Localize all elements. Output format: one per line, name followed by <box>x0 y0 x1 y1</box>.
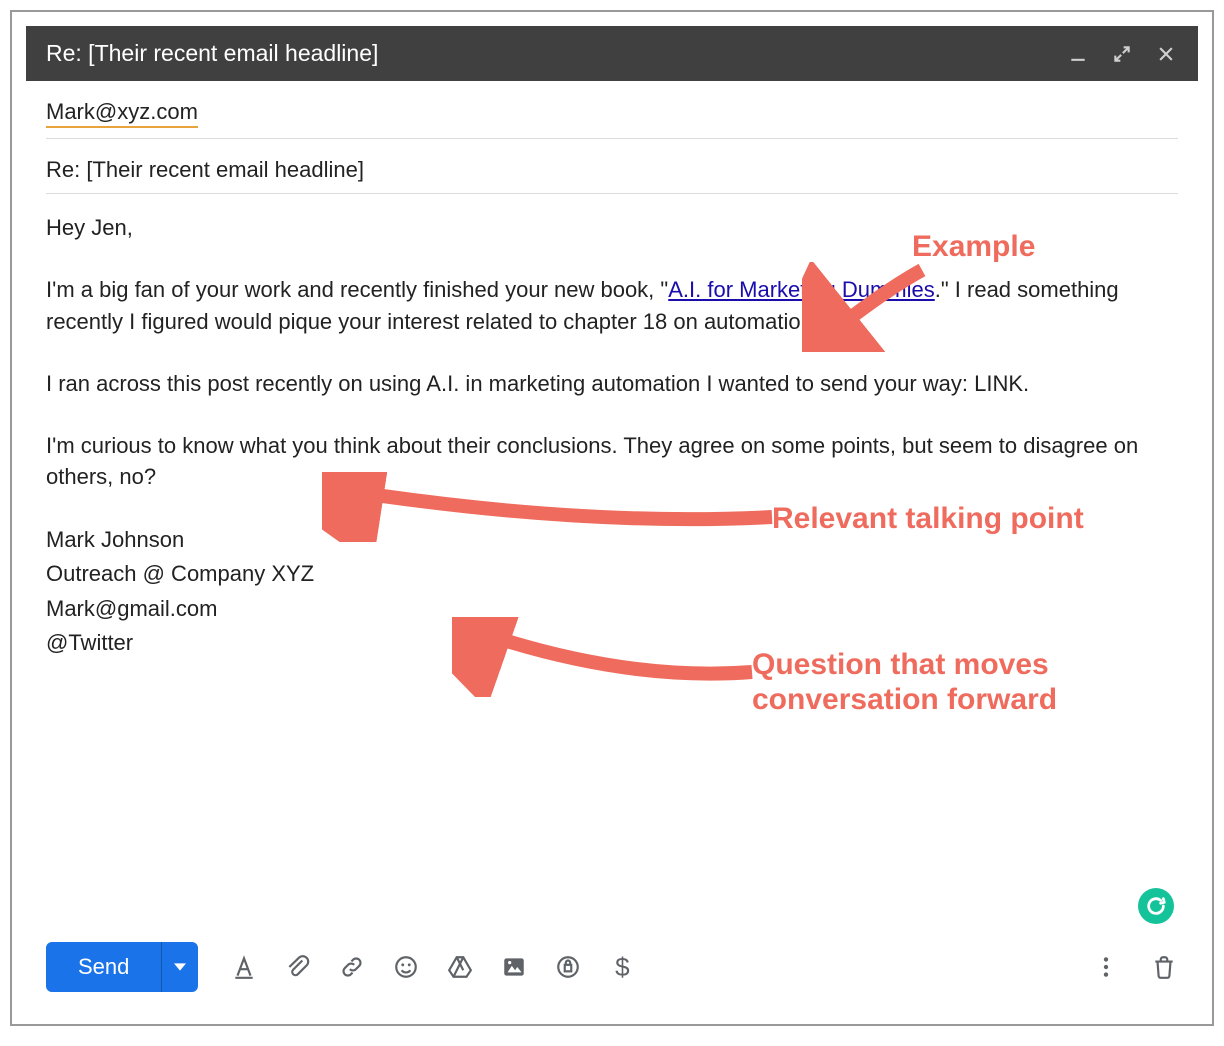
grammarly-icon[interactable] <box>1138 888 1174 924</box>
body-paragraph-2: I ran across this post recently on using… <box>46 368 1178 400</box>
discard-icon[interactable] <box>1150 953 1178 981</box>
image-icon[interactable] <box>500 953 528 981</box>
toolbar-right <box>1092 953 1178 981</box>
signature-name: Mark Johnson <box>46 523 1178 557</box>
emoji-icon[interactable] <box>392 953 420 981</box>
send-button[interactable]: Send <box>46 942 198 992</box>
minimize-icon[interactable] <box>1066 42 1090 66</box>
send-options-dropdown[interactable] <box>162 942 198 992</box>
signature: Mark Johnson Outreach @ Company XYZ Mark… <box>46 523 1178 659</box>
book-link[interactable]: A.I. for Marketing Dummies <box>668 277 935 302</box>
close-icon[interactable] <box>1154 42 1178 66</box>
body-paragraph-3: I'm curious to know what you think about… <box>46 430 1178 494</box>
formatting-icon[interactable] <box>230 953 258 981</box>
signature-role: Outreach @ Company XYZ <box>46 557 1178 591</box>
signature-email: Mark@gmail.com <box>46 592 1178 626</box>
signature-twitter: @Twitter <box>46 626 1178 660</box>
body-greeting: Hey Jen, <box>46 212 1178 244</box>
drive-icon[interactable] <box>446 953 474 981</box>
expand-icon[interactable] <box>1110 42 1134 66</box>
confidential-icon[interactable] <box>554 953 582 981</box>
to-field[interactable]: Mark@xyz.com <box>46 81 1178 139</box>
recipient-chip[interactable]: Mark@xyz.com <box>46 99 198 128</box>
body-paragraph-1: I'm a big fan of your work and recently … <box>46 274 1178 338</box>
money-icon[interactable]: $ <box>608 953 636 981</box>
format-tools: $ <box>230 953 636 981</box>
email-body[interactable]: Hey Jen, I'm a big fan of your work and … <box>26 194 1198 928</box>
window-frame: Re: [Their recent email headline] Mark@x… <box>10 10 1214 1026</box>
titlebar: Re: [Their recent email headline] <box>26 26 1198 81</box>
compose-window: Re: [Their recent email headline] Mark@x… <box>26 26 1198 1010</box>
header-fields: Mark@xyz.com Re: [Their recent email hea… <box>26 81 1198 194</box>
window-controls <box>1066 42 1178 66</box>
attach-icon[interactable] <box>284 953 312 981</box>
link-icon[interactable] <box>338 953 366 981</box>
window-title: Re: [Their recent email headline] <box>46 40 1066 67</box>
compose-toolbar: Send <box>26 928 1198 1010</box>
more-options-icon[interactable] <box>1092 953 1120 981</box>
send-button-label[interactable]: Send <box>46 942 162 992</box>
subject-field[interactable]: Re: [Their recent email headline] <box>46 139 1178 194</box>
